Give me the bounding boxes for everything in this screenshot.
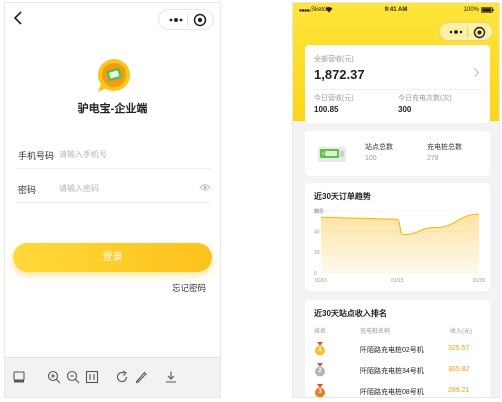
today-revenue-value: 100.85 — [314, 105, 339, 114]
rank-header: 排名 — [314, 329, 327, 335]
trend-area — [321, 214, 479, 273]
login-button[interactable]: 登录 — [13, 243, 212, 272]
download-icon[interactable] — [164, 370, 178, 384]
order-trend-chart: 数量 0204060 01/01 01/15 01/30 — [314, 208, 486, 284]
y-tick-label: 60 — [314, 209, 320, 215]
y-tick-label: 40 — [314, 229, 320, 235]
station-income: 305.82 — [448, 366, 470, 373]
today-charges-label: 今日充电次数(次) — [398, 95, 452, 102]
name-header: 充电桩名称 — [360, 329, 391, 335]
x-tick-label: 01/15 — [391, 278, 404, 284]
nav-bar — [5, 3, 220, 33]
station-income: 325.57 — [448, 345, 470, 352]
battery-icon — [481, 7, 494, 13]
ranking-row[interactable]: 2 阡陌路充电桩34号机 305.82 — [305, 363, 490, 383]
forgot-password-link[interactable]: 忘记密码 — [172, 282, 206, 294]
station-name: 阡陌路充电桩02号机 — [360, 347, 424, 354]
income-header: 收入(元) — [450, 329, 472, 335]
miniprogram-capsule — [158, 9, 214, 30]
close-miniprogram-icon[interactable] — [473, 26, 486, 39]
actual-size-icon[interactable] — [85, 370, 99, 384]
y-tick-label: 20 — [314, 250, 320, 256]
charger-icon — [318, 147, 346, 162]
total-revenue-label: 全部营收(元) — [314, 56, 354, 63]
zoom-out-icon[interactable] — [66, 370, 80, 384]
miniprogram-capsule — [439, 22, 493, 41]
today-revenue-label: 今日营收(元) — [314, 95, 354, 102]
station-stats-card: 站点总数 100 充电桩总数 278 — [305, 131, 490, 176]
station-count-value: 100 — [365, 155, 377, 162]
zoom-in-icon[interactable] — [47, 370, 61, 384]
chevron-right-icon[interactable] — [473, 67, 480, 78]
phone-field-row: 手机号码 — [16, 141, 211, 169]
rank-number: 2 — [318, 368, 322, 374]
app-logo-icon — [98, 59, 130, 92]
today-charges-value: 300 — [398, 105, 412, 114]
more-icon[interactable] — [165, 13, 187, 27]
battery-percent: 100% — [463, 7, 479, 13]
station-count-label: 站点总数 — [365, 144, 393, 151]
password-input[interactable] — [59, 180, 179, 196]
password-label: 密码 — [18, 185, 37, 195]
charger-count-value: 278 — [427, 155, 439, 162]
login-screen: 驴电宝-企业端 手机号码 密码 登录 忘记密码 — [4, 2, 221, 398]
station-name: 阡陌路充电桩08号机 — [360, 389, 424, 396]
eye-icon[interactable] — [199, 183, 211, 192]
app-title: 驴电宝-企业端 — [77, 103, 148, 115]
capsule-divider — [467, 27, 468, 37]
status-bar: Sketch 9:41 AM 100% — [293, 3, 499, 19]
station-ranking-card: 近30天站点收入排名 排名 充电桩名称 收入(元) 1 阡陌路充电桩02号机 325… — [305, 300, 490, 397]
rank-number: 3 — [318, 389, 322, 395]
total-revenue-value: 1,872.37 — [314, 67, 365, 82]
x-tick-label: 01/01 — [315, 278, 328, 284]
station-income: 289.21 — [448, 387, 470, 394]
x-tick-label: 01/30 — [473, 278, 486, 284]
phone-input[interactable] — [59, 146, 179, 162]
device-icon[interactable] — [12, 370, 26, 384]
capsule-divider — [187, 14, 188, 26]
back-arrow-icon[interactable] — [12, 10, 26, 26]
rank-number: 1 — [318, 347, 322, 353]
revenue-card[interactable]: 全部营收(元) 1,872.37 今日营收(元) 100.85 今日充电次数(次… — [305, 45, 490, 123]
ranking-row[interactable]: 1 阡陌路充电桩02号机 325.57 — [305, 342, 490, 362]
close-miniprogram-icon[interactable] — [193, 13, 207, 27]
phone-label: 手机号码 — [18, 151, 55, 161]
divider — [314, 89, 481, 90]
order-trend-card: 近30天订单趋势 数量 0 20 40 60 01/01 01/15 01/30 — [305, 183, 490, 291]
rotate-icon[interactable] — [115, 370, 129, 384]
pencil-icon[interactable] — [134, 370, 148, 384]
dashboard-screen: Sketch 9:41 AM 100% 全部营收(元) 1,872.37 今日营… — [292, 2, 500, 398]
station-name: 阡陌路充电桩34号机 — [360, 368, 424, 375]
password-field-row: 密码 — [16, 175, 211, 203]
bottom-toolbar — [5, 357, 220, 397]
ranking-row[interactable]: 3 阡陌路充电桩08号机 289.21 — [305, 384, 490, 397]
ranking-title: 近30天站点收入排名 — [314, 309, 387, 318]
trend-title: 近30天订单趋势 — [314, 192, 371, 201]
charger-count-label: 充电桩总数 — [427, 144, 462, 151]
more-icon[interactable] — [445, 26, 467, 38]
y-tick-label: 0 — [314, 271, 317, 277]
